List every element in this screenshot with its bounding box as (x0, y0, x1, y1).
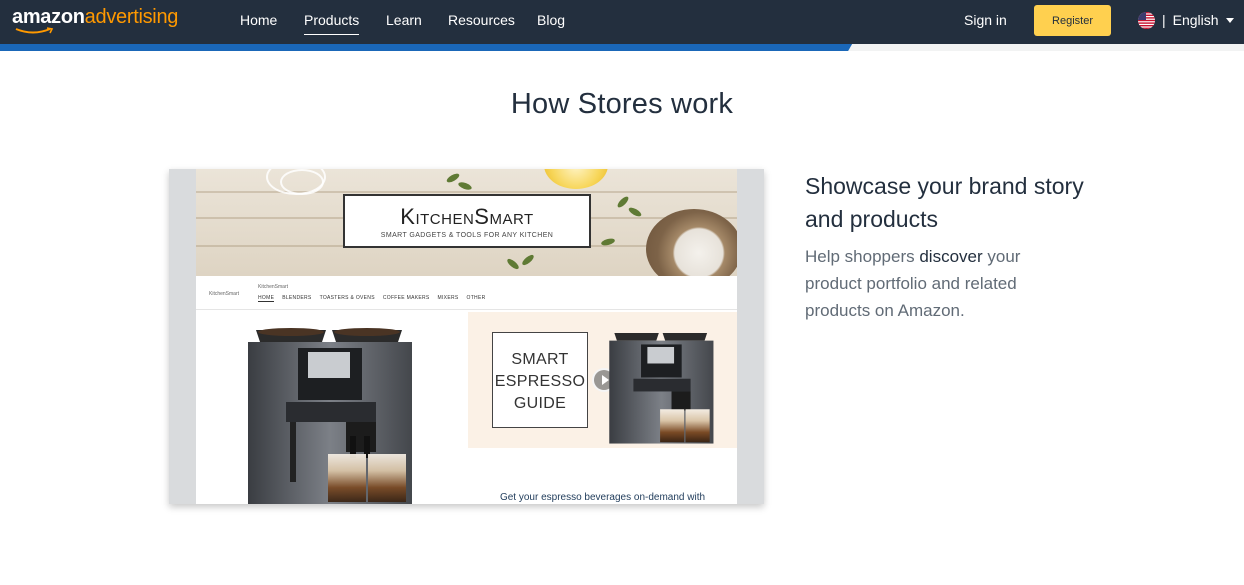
nav-link-home[interactable]: Home (240, 11, 277, 33)
guide-line: SMART (511, 351, 569, 368)
lemon-decor (544, 169, 608, 189)
description-emphasis: discover (919, 247, 983, 266)
feature-description: Help shoppers discover your product port… (805, 243, 1065, 324)
register-button[interactable]: Register (1034, 5, 1111, 36)
store-nav-links: HOME BLENDERS TOASTERS & OVENS COFFEE MA… (258, 295, 486, 302)
language-label: English (1172, 12, 1219, 28)
herb-leaf (615, 194, 631, 210)
espresso-guide-card: SMART ESPRESSO GUIDE (492, 332, 588, 428)
store-page-mockup: KitchenSmart SMART GADGETS & TOOLS FOR A… (196, 169, 737, 504)
brand-tagline: SMART GADGETS & TOOLS FOR ANY KITCHEN (380, 232, 554, 239)
herb-leaf (457, 180, 473, 192)
nav-link-products[interactable]: Products (304, 11, 360, 35)
whisk-decor (280, 169, 324, 195)
brand-name: KitchenSmart (400, 204, 534, 229)
herb-leaf (520, 253, 536, 267)
nav-link-learn[interactable]: Learn (386, 11, 422, 33)
herb-leaf (505, 257, 521, 271)
store-nav-toasters[interactable]: TOASTERS & OVENS (320, 295, 375, 302)
scroll-progress-bar (0, 44, 852, 51)
chevron-down-icon (1225, 17, 1234, 23)
product-tile-espresso-guide: SMART ESPRESSO GUIDE Get your espresso b… (468, 312, 737, 504)
store-nav-other[interactable]: OTHER (467, 295, 486, 302)
store-mini-logo: KitchenSmart (209, 291, 240, 297)
logo-word-amazon: amazon (12, 6, 85, 28)
espresso-machine-image (248, 328, 412, 504)
language-separator: | (1162, 12, 1166, 28)
language-selector[interactable]: | English (1138, 11, 1234, 29)
feature-heading: Showcase your brand story and products (805, 173, 1084, 232)
section-title: How Stores work (510, 88, 734, 120)
nav-link-resources[interactable]: Resources (448, 11, 515, 33)
guide-line: ESPRESSO (494, 373, 586, 390)
sign-in-link[interactable]: Sign in (964, 11, 1007, 29)
store-hero-banner: KitchenSmart SMART GADGETS & TOOLS FOR A… (196, 169, 737, 276)
logo-word-advertising: advertising (84, 6, 179, 28)
store-mini-brand: KitchenSmart (258, 284, 289, 290)
store-nav-coffee-makers[interactable]: COFFEE MAKERS (383, 295, 430, 302)
nav-link-blog[interactable]: Blog (537, 11, 565, 33)
store-preview-image: KitchenSmart SMART GADGETS & TOOLS FOR A… (169, 169, 764, 504)
store-nav-home[interactable]: HOME (258, 295, 275, 302)
product-caption: Get your espresso beverages on-demand wi… (499, 492, 706, 503)
amazon-smile-icon (15, 27, 54, 34)
store-nav-mixers[interactable]: MIXERS (438, 295, 459, 302)
brand-logo-box: KitchenSmart SMART GADGETS & TOOLS FOR A… (343, 194, 591, 248)
salt-bowl-decor (646, 209, 737, 276)
espresso-machine-image-small (609, 333, 714, 444)
caption-area: Get your espresso beverages on-demand wi… (468, 448, 737, 504)
top-navigation-bar: amazonadvertising Home Products Learn Re… (0, 0, 1244, 44)
amazon-advertising-logo[interactable]: amazonadvertising (12, 6, 178, 36)
description-text: Help shoppers (805, 247, 920, 266)
store-navigation: KitchenSmart KitchenSmart HOME BLENDERS … (196, 276, 737, 310)
store-nav-blenders[interactable]: BLENDERS (282, 295, 311, 302)
us-flag-icon (1138, 11, 1155, 29)
product-tile-espresso-machine (196, 312, 466, 504)
guide-line: GUIDE (513, 395, 567, 412)
